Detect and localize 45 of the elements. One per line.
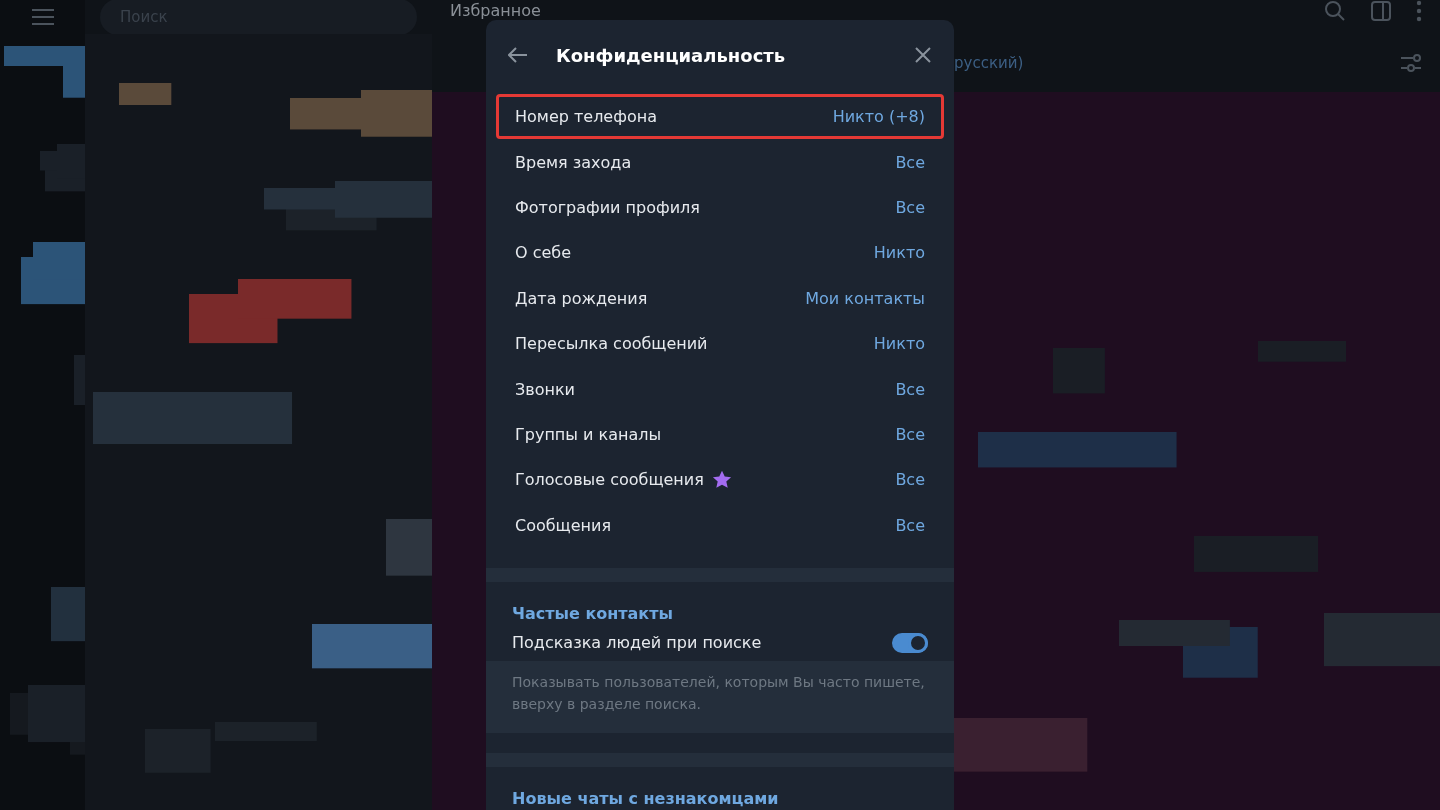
- privacy-row[interactable]: Время захода Все: [496, 139, 944, 185]
- privacy-row[interactable]: Фотографии профиля Все: [496, 184, 944, 231]
- row-label: О себе: [515, 243, 572, 263]
- row-value: Никто (+8): [832, 107, 925, 127]
- section-heading: Новые чаты с незнакомцами: [511, 787, 780, 810]
- privacy-row[interactable]: Звонки Все: [496, 366, 944, 412]
- row-label: Время захода: [515, 152, 632, 172]
- privacy-row[interactable]: Пересылка сообщений Никто: [496, 320, 944, 367]
- privacy-row[interactable]: Голосовые сообщения Все: [496, 457, 944, 503]
- close-icon[interactable]: [914, 46, 932, 64]
- row-label: Номер телефона: [515, 107, 657, 127]
- dialog-title: Конфиденциальность: [556, 44, 787, 66]
- row-value: Мои контакты: [805, 288, 925, 308]
- row-label: Фотографии профиля: [515, 197, 700, 217]
- privacy-row[interactable]: Номер телефона Никто (+8): [496, 94, 944, 140]
- row-label: Группы и каналы: [515, 424, 662, 444]
- menu-icon[interactable]: [30, 8, 55, 26]
- chat-title: Избранное: [450, 2, 542, 20]
- row-label: Дата рождения: [515, 288, 648, 308]
- row-label: Сообщения: [515, 515, 611, 535]
- privacy-row[interactable]: Дата рождения Мои контакты: [496, 275, 944, 321]
- sliders-icon[interactable]: [1400, 53, 1422, 73]
- sidebar-toggle-icon[interactable]: [1370, 0, 1392, 22]
- search-icon[interactable]: [1324, 0, 1346, 22]
- pinned-message-text: русский): [954, 54, 1025, 72]
- privacy-row[interactable]: Сообщения Все: [496, 502, 944, 548]
- row-value: Все: [895, 470, 925, 490]
- toggle-switch[interactable]: [892, 632, 928, 653]
- row-value: Все: [895, 379, 925, 399]
- row-label: Пересылка сообщений: [515, 334, 708, 354]
- row-label: Звонки: [515, 379, 575, 399]
- section-heading: Частые контакты: [511, 602, 674, 625]
- privacy-row[interactable]: Группы и каналы Все: [496, 411, 944, 458]
- row-label: Голосовые сообщения: [515, 470, 704, 490]
- back-arrow-icon[interactable]: [508, 47, 528, 63]
- hint-text: Показывать пользователей, которым Вы часто пишете, вверху в разделе поиска.: [486, 660, 954, 733]
- row-value: Все: [895, 152, 925, 172]
- toggle-label: Подсказка людей при поиске: [512, 633, 763, 653]
- row-value: Никто: [873, 243, 925, 263]
- privacy-row[interactable]: О себе Никто: [496, 230, 944, 276]
- row-value: Все: [895, 197, 925, 217]
- more-icon[interactable]: [1416, 0, 1422, 22]
- row-value: Все: [895, 424, 925, 444]
- row-value: Никто: [873, 334, 925, 354]
- row-value: Все: [895, 515, 925, 535]
